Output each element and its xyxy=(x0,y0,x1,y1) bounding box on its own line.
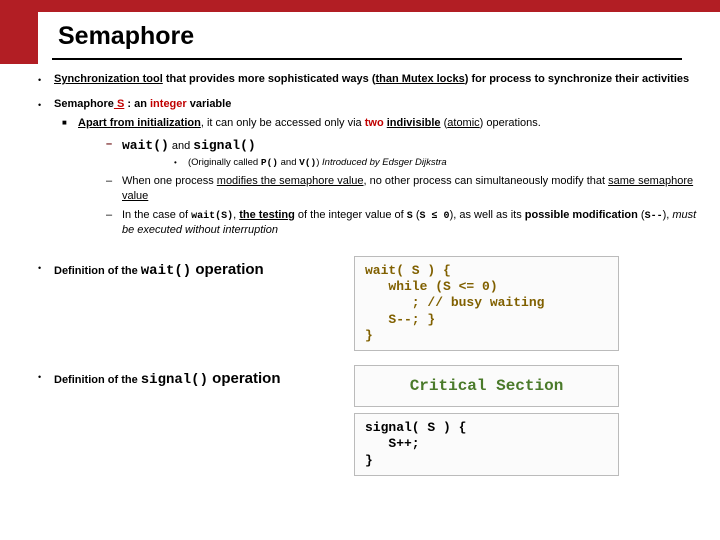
txt: Semaphore xyxy=(54,98,114,110)
bullet-apart-init: ■ Apart from initialization, it can only… xyxy=(62,116,698,238)
bullet-dash: – xyxy=(106,137,122,170)
bullet-semaphore-def: • Semaphore S : an integer variable ■ Ap… xyxy=(38,97,698,238)
txt: S xyxy=(114,98,124,110)
def-wait-label: Definition of the wait() operation xyxy=(54,256,354,281)
txt: two xyxy=(365,117,384,129)
txt: ( xyxy=(413,209,420,221)
def-signal-label: Definition of the signal() operation xyxy=(54,365,354,390)
txt: the testing xyxy=(239,209,295,221)
bullet-dot: • xyxy=(38,72,54,87)
txt: V() xyxy=(299,157,316,168)
bullet-dot: • xyxy=(38,365,54,383)
txt: than Mutex locks xyxy=(376,73,465,85)
bullet-origin: • (Originally called P() and V()) Introd… xyxy=(174,157,698,170)
code-critical-section: Critical Section xyxy=(354,365,619,407)
txt: signal() xyxy=(141,372,208,388)
txt: Definition of the xyxy=(54,265,141,277)
txt: : an xyxy=(124,98,150,110)
txt: variable xyxy=(187,98,232,110)
bullet-sync-tool: • Synchronization tool that provides mor… xyxy=(38,72,698,87)
title-underline xyxy=(52,58,682,60)
txt: integer xyxy=(150,98,187,110)
txt-signal: signal() xyxy=(193,138,255,153)
txt: indivisible xyxy=(387,117,441,129)
txt: modifies the semaphore value xyxy=(217,175,364,187)
txt: S ≤ 0 xyxy=(420,211,450,222)
txt: atomic xyxy=(447,117,479,129)
txt: In the case of xyxy=(122,209,191,221)
txt: P() xyxy=(261,157,278,168)
txt: Introduced by Edsger Dijkstra xyxy=(322,157,447,168)
slide-content: • Synchronization tool that provides mor… xyxy=(38,72,698,476)
bullet-dot: • xyxy=(174,157,188,170)
code-wait: wait( S ) { while (S <= 0) ; // busy wai… xyxy=(354,256,619,351)
txt: operation xyxy=(208,370,281,387)
txt: When one process xyxy=(122,175,217,187)
txt: Synchronization tool xyxy=(54,73,163,85)
bullet-dot: • xyxy=(38,256,54,274)
def-wait-row: • Definition of the wait() operation wai… xyxy=(38,256,698,351)
bullet-when-modifies: – When one process modifies the semaphor… xyxy=(106,174,698,204)
bullet-dot: • xyxy=(38,97,54,238)
txt: wait(S) xyxy=(191,211,233,222)
txt: , no other process can simultaneously mo… xyxy=(364,175,609,187)
bullet-dash: – xyxy=(106,174,122,204)
txt: (Originally called xyxy=(188,157,261,168)
bullet-in-case-wait: – In the case of wait(S), the testing of… xyxy=(106,208,698,238)
txt: possible modification xyxy=(525,209,638,221)
txt-wait: wait() xyxy=(122,138,169,153)
txt: of the integer value of xyxy=(295,209,407,221)
slide-title: Semaphore xyxy=(58,22,194,51)
bullet-ops: – wait() and signal() • (Originally call… xyxy=(106,137,698,170)
txt: wait() xyxy=(141,263,191,279)
txt: ( xyxy=(638,209,645,221)
txt: Definition of the xyxy=(54,374,141,386)
txt: ) operations. xyxy=(480,117,541,129)
txt: that provides more sophisticated ways ( xyxy=(163,73,376,85)
txt: Apart from initialization xyxy=(78,117,201,129)
txt: ), xyxy=(663,209,673,221)
txt: S-- xyxy=(645,211,663,222)
bullet-square: ■ xyxy=(62,116,78,238)
code-signal: signal( S ) { S++; } xyxy=(354,413,619,476)
left-red-corner xyxy=(0,0,38,64)
def-signal-row: • Definition of the signal() operation C… xyxy=(38,365,698,476)
txt: , it can only be accessed only via xyxy=(201,117,365,129)
bullet-dash: – xyxy=(106,208,122,238)
txt: and xyxy=(278,157,299,168)
txt: ), as well as its xyxy=(450,209,525,221)
top-red-bar xyxy=(0,0,720,12)
txt: and xyxy=(169,140,193,152)
txt: operation xyxy=(191,261,264,278)
txt: ) for process to synchronize their activ… xyxy=(465,73,689,85)
